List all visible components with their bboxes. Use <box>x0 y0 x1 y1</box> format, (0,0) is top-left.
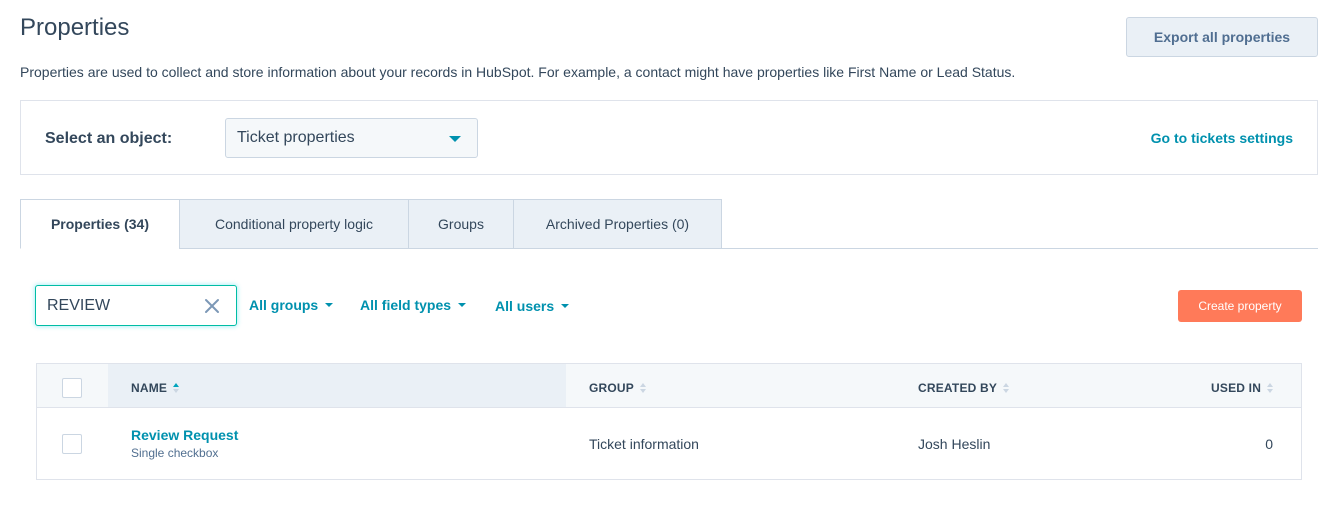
property-used-in: 0 <box>1265 436 1273 452</box>
search-field <box>35 285 237 326</box>
caret-down-icon <box>325 303 334 307</box>
properties-table: NAME GROUP CREATED BY USED IN Review Req… <box>36 363 1302 480</box>
sort-ascending-icon <box>173 383 180 393</box>
tickets-settings-link[interactable]: Go to tickets settings <box>1151 130 1293 146</box>
select-all-checkbox[interactable] <box>62 378 82 398</box>
object-selector-panel: Select an object: Ticket properties Go t… <box>20 100 1318 175</box>
filter-all-field-types-label: All field types <box>360 297 452 313</box>
property-created-by: Josh Heslin <box>918 436 991 452</box>
property-field-type: Single checkbox <box>131 446 219 460</box>
filter-all-groups[interactable]: All groups <box>249 297 334 313</box>
column-header-used-in-label: USED IN <box>1211 381 1262 395</box>
page-description: Properties are used to collect and store… <box>20 64 1016 80</box>
column-header-group-label: GROUP <box>589 381 635 395</box>
filter-all-groups-label: All groups <box>249 297 319 313</box>
table-row: Review Request Single checkbox Ticket in… <box>37 408 1301 479</box>
property-group: Ticket information <box>589 436 699 452</box>
caret-down-icon <box>561 304 570 308</box>
object-selector-label: Select an object: <box>45 130 173 147</box>
row-checkbox[interactable] <box>62 434 82 454</box>
column-header-group[interactable]: GROUP <box>589 381 647 395</box>
filter-all-field-types[interactable]: All field types <box>360 297 467 313</box>
clear-search-icon[interactable] <box>204 298 220 314</box>
sort-icon <box>1003 383 1010 393</box>
column-header-name-label: NAME <box>131 381 168 395</box>
caret-down-icon <box>458 303 467 307</box>
sort-icon <box>640 383 647 393</box>
property-name-link[interactable]: Review Request <box>131 427 238 443</box>
column-header-used-in[interactable]: USED IN <box>1211 381 1274 395</box>
column-header-name[interactable]: NAME <box>131 381 180 395</box>
filter-all-users[interactable]: All users <box>495 298 570 314</box>
page-title: Properties <box>20 14 130 41</box>
caret-down-icon <box>449 136 461 142</box>
filter-all-users-label: All users <box>495 298 555 314</box>
column-header-created-by-label: CREATED BY <box>918 381 998 395</box>
table-header: NAME GROUP CREATED BY USED IN <box>37 364 1301 408</box>
tab-bar: Properties (34) Conditional property log… <box>20 199 1318 249</box>
export-all-properties-button[interactable]: Export all properties <box>1126 17 1318 57</box>
object-select-value: Ticket properties <box>237 129 355 146</box>
tab-conditional-property-logic[interactable]: Conditional property logic <box>179 199 409 249</box>
tab-archived-properties[interactable]: Archived Properties (0) <box>513 199 722 249</box>
tab-groups[interactable]: Groups <box>408 199 514 249</box>
object-select-dropdown[interactable]: Ticket properties <box>225 118 478 158</box>
create-property-button[interactable]: Create property <box>1178 290 1302 322</box>
sort-icon <box>1267 383 1274 393</box>
column-header-created-by[interactable]: CREATED BY <box>918 381 1010 395</box>
tab-properties[interactable]: Properties (34) <box>20 199 180 249</box>
search-input[interactable] <box>47 296 197 315</box>
